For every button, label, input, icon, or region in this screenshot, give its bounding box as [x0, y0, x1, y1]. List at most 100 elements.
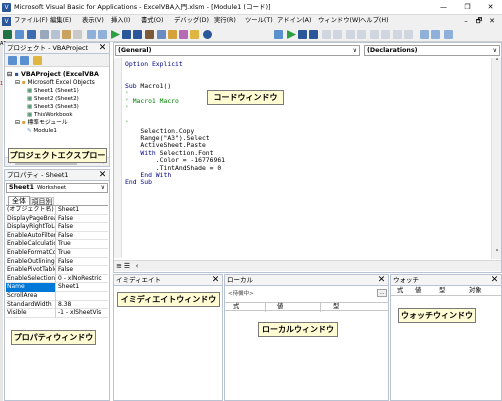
help-icon[interactable] [203, 30, 212, 39]
property-row[interactable]: DisplayRightToLe False [6, 223, 108, 232]
undo-icon[interactable] [87, 30, 96, 39]
menu-help[interactable]: ヘルプ(H) [360, 17, 389, 25]
properties-tab-alpha[interactable]: 全体 [8, 196, 30, 205]
tree-node-thisworkbook[interactable]: ▦ ThisWorkbook [27, 111, 73, 119]
save-icon[interactable] [27, 30, 36, 39]
menu-run[interactable]: 実行(R) [214, 17, 236, 25]
properties-tab-category[interactable]: 項目別 [30, 197, 54, 206]
object-combo[interactable]: (General) ∨ [115, 45, 360, 56]
design-mode-icon[interactable] [145, 30, 154, 39]
property-value[interactable]: Sheet1 [57, 206, 108, 215]
property-row[interactable]: (オブジェクト名) Sheet1 [6, 206, 108, 215]
view-object-icon[interactable] [20, 56, 29, 65]
scroll-left-icon[interactable]: ‹ [133, 262, 141, 271]
code-line[interactable]: Option Explicit [125, 60, 183, 68]
properties-object-combo[interactable]: Sheet1 Worksheet ∨ [6, 183, 108, 193]
break-icon[interactable] [122, 30, 131, 39]
view-excel-icon[interactable] [3, 30, 12, 39]
property-value[interactable]: False [57, 266, 108, 275]
property-row[interactable]: EnableFormatCor True [6, 249, 108, 258]
procedure-view-icon[interactable]: ≡ [115, 262, 123, 271]
quick-info-icon[interactable] [420, 30, 429, 39]
mdi-restore-button[interactable]: 🗗 [474, 16, 484, 27]
property-value[interactable]: False [57, 223, 108, 232]
locals-col-value[interactable]: 値 [277, 303, 283, 311]
redo-icon[interactable] [98, 30, 107, 39]
tree-node-sheet3[interactable]: ▦ Sheet3 (Sheet3) [27, 103, 79, 111]
bookmark-icon[interactable] [370, 30, 379, 39]
code-line[interactable]: End Sub [125, 179, 152, 186]
property-value[interactable]: -1 - xlSheetVis [57, 309, 108, 318]
menu-tools[interactable]: ツール(T) [245, 17, 273, 25]
property-value[interactable]: False [57, 215, 108, 224]
watch-close-icon[interactable]: ✕ [489, 275, 500, 286]
property-value[interactable]: False [57, 232, 108, 241]
locals-col-type[interactable]: 型 [333, 303, 339, 311]
mdi-close-button[interactable]: ✕ [487, 16, 497, 27]
mdi-minimize-button[interactable]: – [461, 16, 471, 27]
immediate-close-icon[interactable]: ✕ [210, 275, 221, 286]
code-line[interactable]: Sub Macro1() [125, 82, 171, 90]
property-row[interactable]: ScrollArea [6, 292, 108, 301]
minimize-button[interactable]: — [432, 0, 455, 15]
run-icon[interactable] [111, 30, 120, 39]
restore-button[interactable]: ❐ [456, 0, 479, 15]
property-value[interactable]: True [57, 249, 108, 258]
menu-addins[interactable]: アドイン(A) [277, 17, 311, 25]
locals-close-icon[interactable]: ✕ [376, 275, 387, 286]
edit-break-icon[interactable] [298, 30, 307, 39]
edit-toolbar-icon-1[interactable] [274, 30, 283, 39]
watch-col-context[interactable]: 対象 [469, 287, 482, 295]
property-row[interactable]: EnableAutoFilter False [6, 231, 108, 241]
procedure-combo[interactable]: (Declarations) ∨ [364, 45, 500, 56]
edit-reset-icon[interactable] [309, 30, 318, 39]
tree-node-sheet2[interactable]: ▦ Sheet2 (Sheet2) [27, 95, 79, 103]
code-vscrollbar[interactable]: ˄ ˅ [491, 58, 501, 259]
full-module-view-icon[interactable]: ☰ [123, 262, 131, 271]
menu-view[interactable]: 表示(V) [82, 17, 104, 25]
watch-col-type[interactable]: 型 [439, 287, 445, 295]
properties-close-icon[interactable]: ✕ [97, 170, 108, 181]
property-value[interactable]: 0 - xlNoRestric [57, 275, 108, 284]
cut-icon[interactable] [40, 30, 49, 39]
indent-icon[interactable] [322, 30, 331, 39]
menu-file[interactable]: ファイル(F) [14, 17, 48, 25]
reset-icon[interactable] [133, 30, 142, 39]
clear-bookmark-icon[interactable] [404, 30, 413, 39]
locals-col-expression[interactable]: 式 [233, 303, 239, 311]
tree-node-module1[interactable]: ✎ Module1 [27, 127, 57, 135]
property-row[interactable]: Name Sheet1 [6, 283, 108, 292]
object-browser-icon[interactable] [179, 30, 188, 39]
property-row[interactable]: EnableOutlining False [6, 257, 108, 267]
property-row[interactable]: Visible -1 - xlSheetVis [6, 309, 108, 318]
menu-window[interactable]: ウィンドウ(W) [318, 17, 361, 25]
property-value[interactable] [57, 292, 108, 301]
menu-edit[interactable]: 編集(E) [50, 17, 72, 25]
paste-icon[interactable] [62, 30, 71, 39]
property-row[interactable]: StandardWidth 8.38 [6, 300, 108, 310]
uncomment-block-icon[interactable] [357, 30, 366, 39]
view-code-icon[interactable] [8, 56, 17, 65]
watch-col-expression[interactable]: 式 [397, 287, 403, 295]
property-value[interactable]: 8.38 [57, 301, 108, 310]
tree-node-sheet1[interactable]: ▦ Sheet1 (Sheet1) [27, 87, 79, 95]
code-line[interactable]: ' [125, 104, 129, 112]
property-row[interactable]: DisplayPageBrea False [6, 214, 108, 224]
watch-col-value[interactable]: 値 [415, 287, 421, 295]
list-members-icon[interactable] [431, 30, 440, 39]
close-button[interactable]: ✕ [479, 0, 502, 15]
properties-window-icon[interactable] [168, 30, 177, 39]
outdent-icon[interactable] [333, 30, 342, 39]
tree-node-excel-objects[interactable]: ⊟ ▪ Microsoft Excel Objects [15, 79, 95, 87]
code-hscrollbar[interactable]: ≡ ☰ ‹ [114, 260, 501, 271]
code-editor[interactable]: Option Explicit Sub Macro1() ' ' Macro1 Mac… [123, 58, 491, 259]
toggle-folders-icon[interactable] [33, 56, 42, 65]
scroll-up-icon[interactable]: ˄ [492, 58, 502, 67]
project-explorer-icon[interactable] [157, 30, 166, 39]
menu-insert[interactable]: 挿入(I) [111, 17, 130, 25]
comment-block-icon[interactable] [346, 30, 355, 39]
next-bookmark-icon[interactable] [381, 30, 390, 39]
menu-format[interactable]: 書式(O) [141, 17, 163, 25]
property-row[interactable]: EnableCalculation True [6, 240, 108, 249]
project-explorer-close-icon[interactable]: ✕ [97, 43, 108, 54]
